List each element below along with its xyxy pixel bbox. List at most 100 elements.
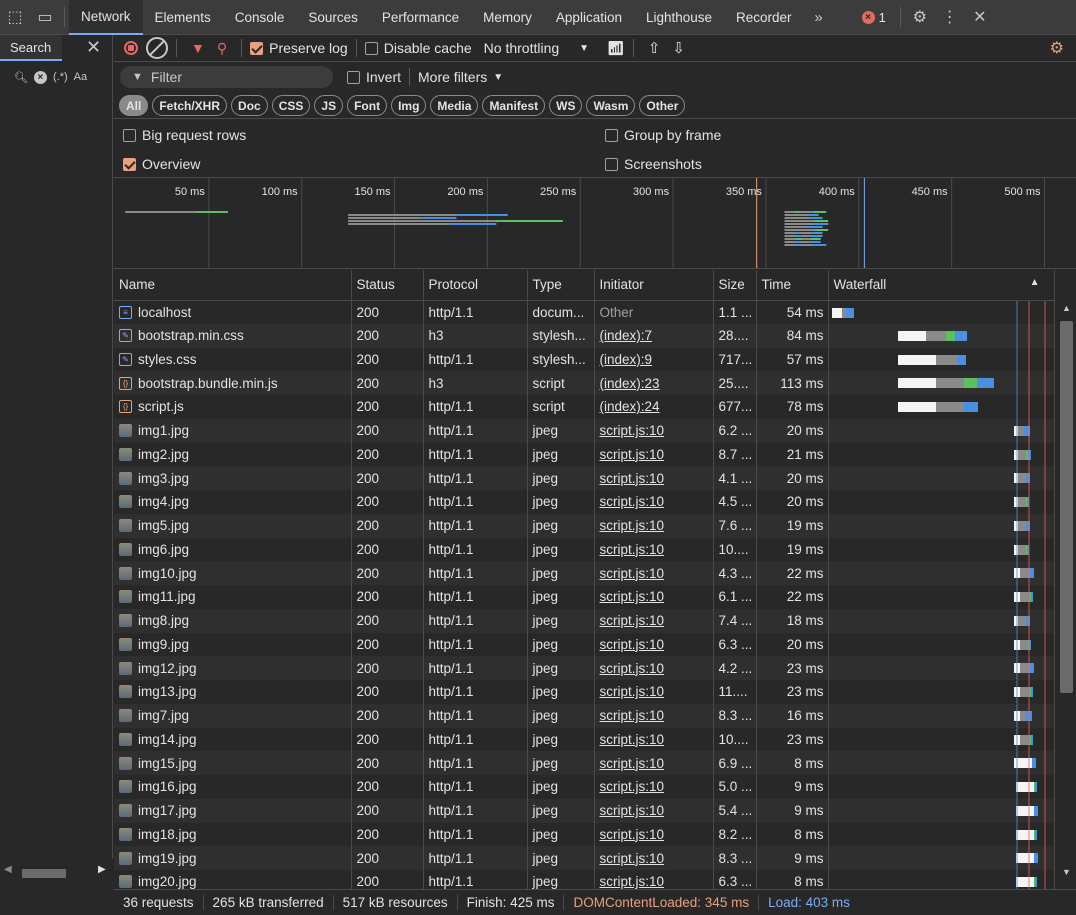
initiator-cell[interactable]: script.js:10 (594, 680, 714, 704)
column-header-initiator[interactable]: Initiator (594, 270, 714, 301)
settings-gear-icon[interactable]: ⚙ (905, 0, 935, 35)
filter-pill-css[interactable]: CSS (271, 95, 311, 116)
waterfall-cell[interactable] (828, 727, 1055, 752)
filter-pill-img[interactable]: Img (391, 95, 427, 116)
scrollbar-thumb[interactable] (1060, 321, 1073, 693)
filter-pill-other[interactable]: Other (639, 95, 686, 116)
initiator-cell[interactable]: script.js:10 (594, 632, 714, 657)
request-name-cell[interactable]: img1.jpg (114, 418, 352, 443)
request-name-cell[interactable]: img6.jpg (114, 537, 352, 562)
waterfall-cell[interactable] (828, 608, 1055, 633)
checkbox-checked[interactable] (250, 41, 264, 55)
request-name-cell[interactable]: img2.jpg (114, 442, 352, 467)
waterfall-cell[interactable] (828, 656, 1055, 680)
request-name-cell[interactable]: img5.jpg (114, 513, 352, 538)
waterfall-cell[interactable] (828, 371, 1055, 395)
request-name-cell[interactable]: img16.jpg (114, 775, 352, 799)
waterfall-cell[interactable] (828, 846, 1055, 870)
initiator-cell[interactable]: script.js:10 (594, 798, 714, 823)
filter-pill-media[interactable]: Media (430, 95, 479, 116)
table-row[interactable]: ≡ localhost 200 http/1.1 docum... Other 1.1 ..… (114, 300, 1055, 324)
table-row[interactable]: img7.jpg 200 http/1.1 jpeg script.js:10 8.3 .… (114, 703, 1055, 728)
scroll-right-icon[interactable]: ▶ (98, 864, 106, 875)
table-row[interactable]: img1.jpg 200 http/1.1 jpeg script.js:10 6.2 .… (114, 418, 1055, 443)
export-har-icon[interactable]: ⇩ (672, 39, 685, 57)
request-name-cell[interactable]: img7.jpg (114, 703, 352, 728)
table-row[interactable]: img13.jpg 200 http/1.1 jpeg script.js:10 11..… (114, 680, 1055, 704)
filter-pill-doc[interactable]: Doc (231, 95, 268, 116)
regex-toggle[interactable]: (.*) (53, 71, 68, 83)
initiator-cell[interactable]: (index):23 (594, 371, 714, 395)
request-name-cell[interactable]: img10.jpg (114, 561, 352, 585)
clear-log-button[interactable] (146, 37, 168, 59)
table-row[interactable]: ✎ bootstrap.min.css 200 h3 stylesh... (index)… (114, 323, 1055, 348)
waterfall-cell[interactable] (828, 395, 1055, 419)
initiator-cell[interactable]: script.js:10 (594, 490, 714, 514)
waterfall-cell[interactable] (828, 323, 1055, 348)
filter-toggle-icon[interactable]: ▼ (191, 40, 205, 56)
waterfall-cell[interactable] (828, 561, 1055, 585)
tab-network[interactable]: Network (69, 0, 143, 35)
table-vertical-scrollbar[interactable]: ▲ ▼ (1057, 301, 1076, 883)
tab-memory[interactable]: Memory (471, 0, 544, 35)
initiator-cell[interactable]: script.js:10 (594, 537, 714, 562)
initiator-cell[interactable]: script.js:10 (594, 608, 714, 633)
waterfall-cell[interactable] (828, 680, 1055, 704)
initiator-cell[interactable]: script.js:10 (594, 822, 714, 847)
tab-elements[interactable]: Elements (143, 0, 223, 35)
waterfall-cell[interactable] (828, 490, 1055, 514)
tab-sources[interactable]: Sources (296, 0, 370, 35)
waterfall-cell[interactable] (828, 537, 1055, 562)
table-row[interactable]: img5.jpg 200 http/1.1 jpeg script.js:10 7.6 .… (114, 513, 1055, 538)
initiator-cell[interactable]: script.js:10 (594, 513, 714, 538)
table-row[interactable]: img20.jpg 200 http/1.1 jpeg script.js:10 6.3 … (114, 870, 1055, 890)
request-name-cell[interactable]: img15.jpg (114, 751, 352, 775)
checkbox-unchecked[interactable] (123, 128, 136, 142)
request-name-cell[interactable]: img20.jpg (114, 870, 352, 890)
initiator-cell[interactable]: script.js:10 (594, 656, 714, 680)
checkbox-unchecked[interactable] (347, 70, 360, 84)
scroll-up-icon[interactable]: ▲ (1062, 303, 1071, 313)
table-row[interactable]: img17.jpg 200 http/1.1 jpeg script.js:10 5.4 … (114, 798, 1055, 823)
network-settings-gear-icon[interactable]: ⚙ (1050, 38, 1064, 58)
initiator-cell[interactable]: script.js:10 (594, 466, 714, 490)
tab-recorder[interactable]: Recorder (724, 0, 804, 35)
initiator-cell[interactable]: script.js:10 (594, 751, 714, 775)
initiator-cell[interactable]: (index):24 (594, 395, 714, 419)
tab-lighthouse[interactable]: Lighthouse (634, 0, 724, 35)
request-name-cell[interactable]: {} bootstrap.bundle.min.js (114, 371, 352, 395)
waterfall-cell[interactable] (828, 585, 1055, 609)
filter-pill-js[interactable]: JS (314, 95, 344, 116)
request-name-cell[interactable]: img11.jpg (114, 585, 352, 609)
table-row[interactable]: img8.jpg 200 http/1.1 jpeg script.js:10 7.4 .… (114, 608, 1055, 633)
filter-pill-manifest[interactable]: Manifest (482, 95, 546, 116)
waterfall-cell[interactable] (828, 751, 1055, 775)
checkbox-unchecked[interactable] (364, 41, 378, 55)
table-row[interactable]: {} bootstrap.bundle.min.js 200 h3 script (ind… (114, 371, 1055, 395)
initiator-cell[interactable]: script.js:10 (594, 585, 714, 609)
tab-console[interactable]: Console (223, 0, 297, 35)
invert-checkbox[interactable]: Invert (347, 69, 401, 85)
column-header-name[interactable]: Name (114, 270, 352, 301)
table-row[interactable]: img18.jpg 200 http/1.1 jpeg script.js:10 8.2 … (114, 822, 1055, 847)
table-row[interactable]: img16.jpg 200 http/1.1 jpeg script.js:10 5.0 … (114, 775, 1055, 799)
request-name-cell[interactable]: ≡ localhost (114, 300, 352, 324)
inspect-element-icon[interactable]: ⬚ (0, 0, 30, 35)
initiator-cell[interactable]: script.js:10 (594, 775, 714, 799)
waterfall-cell[interactable] (828, 347, 1055, 372)
table-row[interactable]: img14.jpg 200 http/1.1 jpeg script.js:10 10..… (114, 727, 1055, 752)
request-name-cell[interactable]: {} script.js (114, 395, 352, 419)
throttling-select[interactable]: No throttling ▼ (484, 40, 589, 56)
scroll-down-icon[interactable]: ▼ (1062, 867, 1071, 877)
request-name-cell[interactable]: img12.jpg (114, 656, 352, 680)
waterfall-cell[interactable] (828, 632, 1055, 657)
request-name-cell[interactable]: img3.jpg (114, 466, 352, 490)
screenshots-checkbox[interactable]: Screenshots (605, 156, 702, 172)
initiator-cell[interactable]: script.js:10 (594, 418, 714, 443)
table-row[interactable]: img4.jpg 200 http/1.1 jpeg script.js:10 4.5 .… (114, 490, 1055, 514)
initiator-cell[interactable]: script.js:10 (594, 846, 714, 870)
filter-input[interactable]: ▼ Filter (120, 66, 333, 88)
column-header-time[interactable]: Time (756, 270, 829, 301)
waterfall-cell[interactable] (828, 703, 1055, 728)
initiator-cell[interactable]: script.js:10 (594, 703, 714, 728)
